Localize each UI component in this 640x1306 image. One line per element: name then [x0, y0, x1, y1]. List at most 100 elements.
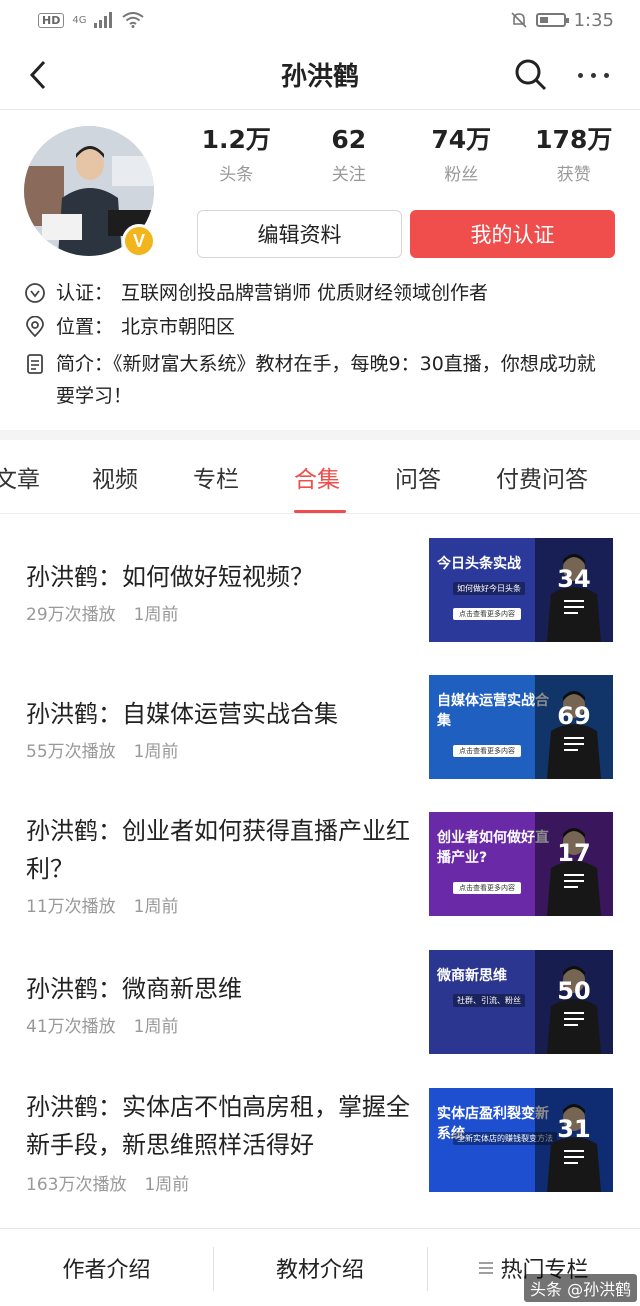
watermark: 头条 @孙洪鹤: [524, 1274, 638, 1302]
play-count: 11万次播放: [26, 897, 116, 917]
collection-title: 孙洪鹤：实体店不怕高房租，掌握全新手段，新思维照样活得好: [26, 1093, 410, 1159]
collection-thumbnail[interactable]: 实体店盈利裂变新系统 全新实体店的赚钱裂变方法 31: [429, 1088, 613, 1192]
network-type-label: 4G: [72, 14, 87, 26]
stat-likes[interactable]: 178万 获赞: [518, 124, 631, 186]
signal-icon: [94, 12, 113, 28]
location-text: 北京市朝阳区: [121, 316, 236, 338]
bio-label: 简介：: [56, 353, 114, 375]
stat-label: 获赞: [556, 165, 591, 185]
active-tab-indicator: [294, 510, 346, 513]
thumbnail-pill: 点击查看更多内容: [453, 608, 521, 620]
nav-bar: 孙洪鹤: [0, 40, 640, 110]
bio-text: 简介：《新财富大系统》教材在手，每晚9：30直播，你想成功就要学习！: [56, 348, 596, 412]
collection-thumbnail[interactable]: 创业者如何做好直播产业? 点击查看更多内容 17: [429, 812, 613, 916]
certification-text: 互联网创投品牌营销师 优质财经领域创作者: [121, 282, 489, 304]
verified-check-icon: [25, 283, 45, 303]
stat-value: 1.2万: [201, 125, 271, 154]
collection-count-overlay: 17: [535, 812, 613, 916]
thumbnail-subtitle: 如何做好今日头条: [453, 582, 525, 595]
play-count: 163万次播放: [26, 1175, 127, 1195]
collection-meta: 55万次播放 1周前: [26, 737, 178, 762]
stat-value: 74万: [431, 125, 492, 154]
collection-thumbnail[interactable]: 今日头条实战 如何做好今日头条 点击查看更多内容 34: [429, 538, 613, 642]
edit-profile-button[interactable]: 编辑资料: [197, 210, 402, 258]
collection-item[interactable]: 孙洪鹤：实体店不怕高房租，掌握全新手段，新思维照样活得好 163万次播放 1周前 实体…: [0, 1088, 640, 1198]
collection-count-overlay: 50: [535, 950, 613, 1054]
bio-row: 简介：《新财富大系统》教材在手，每晚9：30直播，你想成功就要学习！: [24, 348, 596, 412]
collection-count: 50: [557, 977, 591, 1005]
collection-item[interactable]: 孙洪鹤：自媒体运营实战合集 55万次播放 1周前 自媒体运营实战合集 点击查看更多内容 6…: [0, 675, 640, 785]
stat-following[interactable]: 62 关注: [293, 124, 406, 186]
bio-content: 《新财富大系统》教材在手，每晚9：30直播，你想成功就要学习！: [56, 353, 596, 407]
page-title: 孙洪鹤: [280, 62, 359, 92]
publish-time: 1周前: [133, 742, 179, 762]
collection-count: 17: [557, 839, 591, 867]
collection-count: 31: [557, 1115, 591, 1143]
publish-time: 1周前: [133, 897, 179, 917]
collection-title: 孙洪鹤：创业者如何获得直播产业红利？: [26, 817, 410, 883]
stat-value: 178万: [535, 125, 613, 154]
verified-badge: V: [122, 224, 156, 258]
stat-label: 头条: [219, 165, 254, 185]
tab-collections[interactable]: 合集: [294, 460, 340, 494]
thumbnail-pill: 点击查看更多内容: [453, 745, 521, 757]
publish-time: 1周前: [133, 605, 179, 625]
collection-thumbnail[interactable]: 自媒体运营实战合集 点击查看更多内容 69: [429, 675, 613, 779]
stat-followers[interactable]: 74万 粉丝: [405, 124, 518, 186]
collection-item[interactable]: 孙洪鹤：创业者如何获得直播产业红利？ 11万次播放 1周前 创业者如何做好直播产业? 点…: [0, 812, 640, 922]
tab-articles[interactable]: 文章: [0, 460, 40, 494]
thumbnail-pill: 点击查看更多内容: [453, 882, 521, 894]
location-label: 位置：: [56, 316, 114, 338]
collection-count-overlay: 34: [535, 538, 613, 642]
playlist-icon: [564, 1150, 584, 1164]
tab-qa[interactable]: 问答: [395, 460, 441, 494]
materials-intro-button[interactable]: 教材介绍: [213, 1229, 427, 1306]
profile-stats: 1.2万 头条 62 关注 74万 粉丝 178万 获赞: [180, 124, 630, 186]
publish-time: 1周前: [144, 1175, 190, 1195]
stat-label: 关注: [331, 165, 366, 185]
location-row: 位置： 北京市朝阳区: [24, 311, 235, 343]
author-intro-button[interactable]: 作者介绍: [0, 1229, 213, 1306]
tab-columns[interactable]: 专栏: [193, 460, 239, 494]
playlist-icon: [564, 737, 584, 751]
wifi-icon: [122, 12, 145, 28]
collection-title: 孙洪鹤：如何做好短视频？: [26, 563, 314, 591]
publish-time: 1周前: [133, 1017, 179, 1037]
tab-paid-qa[interactable]: 付费问答: [496, 460, 588, 494]
collection-meta: 41万次播放 1周前: [26, 1012, 178, 1037]
content-tabs: 文章 视频 专栏 合集 问答 付费问答: [0, 440, 640, 514]
battery-icon: [535, 13, 569, 27]
document-icon: [27, 354, 43, 374]
mute-bell-icon: [511, 12, 527, 28]
status-time: 1:35: [573, 9, 614, 31]
stat-label: 粉丝: [444, 165, 479, 185]
section-divider: [0, 430, 640, 440]
collection-count: 69: [557, 702, 591, 730]
play-count: 29万次播放: [26, 605, 116, 625]
playlist-icon: [564, 1012, 584, 1026]
collection-title: 孙洪鹤：微商新思维: [26, 975, 242, 1003]
tab-videos[interactable]: 视频: [92, 460, 138, 494]
stat-value: 62: [331, 125, 367, 154]
certification-row: 认证： 互联网创投品牌营销师 优质财经领域创作者: [24, 277, 488, 309]
hd-badge: HD: [38, 12, 65, 28]
menu-icon: [479, 1262, 494, 1274]
collection-item[interactable]: 孙洪鹤：微商新思维 41万次播放 1周前 微商新思维 社群、引流、粉丝 50: [0, 950, 640, 1060]
thumbnail-subtitle: 社群、引流、粉丝: [453, 994, 525, 1007]
certification-label: 认证：: [56, 282, 114, 304]
stat-headlines[interactable]: 1.2万 头条: [180, 124, 293, 186]
play-count: 55万次播放: [26, 742, 116, 762]
play-count: 41万次播放: [26, 1017, 116, 1037]
location-pin-icon: [26, 316, 44, 338]
my-certification-button[interactable]: 我的认证: [410, 210, 615, 258]
back-icon[interactable]: [22, 56, 58, 94]
status-bar: HD 4G 1:35: [0, 0, 640, 40]
playlist-icon: [564, 600, 584, 614]
collection-meta: 11万次播放 1周前: [26, 892, 178, 917]
collection-title: 孙洪鹤：自媒体运营实战合集: [26, 700, 338, 728]
more-icon[interactable]: [578, 66, 618, 84]
collection-thumbnail[interactable]: 微商新思维 社群、引流、粉丝 50: [429, 950, 613, 1054]
collection-meta: 29万次播放 1周前: [26, 600, 178, 625]
collection-item[interactable]: 孙洪鹤：如何做好短视频？ 29万次播放 1周前 今日头条实战 如何做好今日头条 点击查看更…: [0, 538, 640, 648]
search-icon[interactable]: [512, 56, 550, 94]
